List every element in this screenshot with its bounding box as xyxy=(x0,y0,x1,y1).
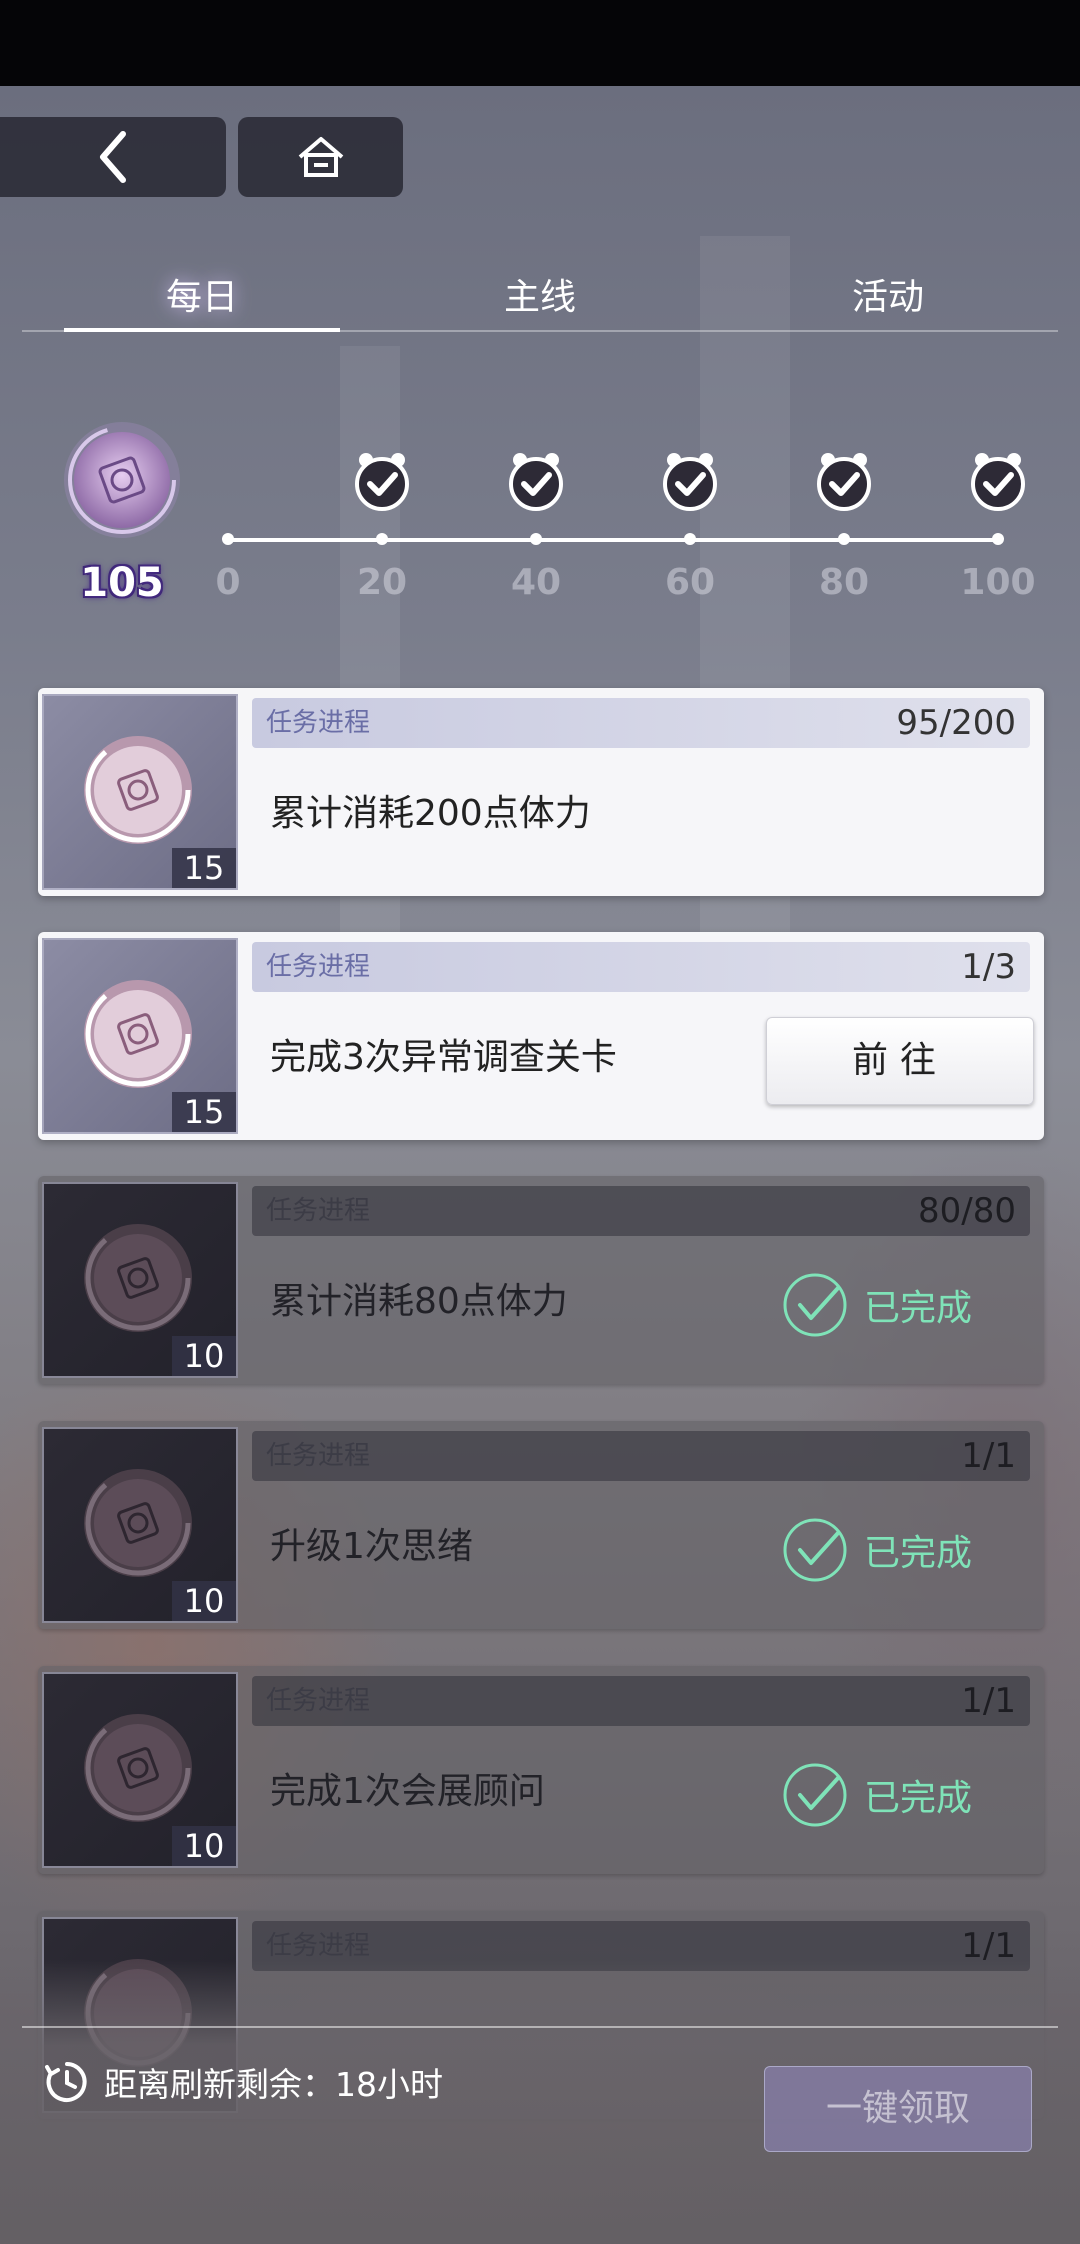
task-card: 10 任务进程 1/1 升级1次思绪 已完成 xyxy=(38,1421,1044,1629)
refresh-text: 距离刷新剩余：18小时 xyxy=(104,2065,443,2104)
reward-quantity: 15 xyxy=(172,848,236,888)
task-progress-bar: 任务进程 1/1 xyxy=(252,1431,1030,1481)
progress-value: 80/80 xyxy=(918,1191,1016,1231)
milestone-dot xyxy=(992,533,1004,545)
milestone-label: 0 xyxy=(215,562,241,603)
task-progress-bar: 任务进程 1/3 xyxy=(252,942,1030,992)
activity-coin-icon xyxy=(84,1224,192,1332)
progress-value: 1/1 xyxy=(961,1681,1016,1721)
milestone-label: 60 xyxy=(664,562,716,603)
milestone-dot xyxy=(222,533,234,545)
reward-quantity: 10 xyxy=(172,1826,236,1866)
reward-quantity: 10 xyxy=(172,1581,236,1621)
progress-label: 任务进程 xyxy=(266,1441,371,1471)
alarm-check-icon[interactable] xyxy=(968,450,1028,512)
completed-status: 已完成 xyxy=(782,1272,972,1338)
home-button[interactable] xyxy=(238,117,403,197)
task-progress-bar: 任务进程 95/200 xyxy=(252,698,1030,748)
completed-label: 已完成 xyxy=(864,1288,973,1329)
refresh-clock-icon xyxy=(45,2062,87,2102)
milestone-dot xyxy=(838,533,850,545)
go-button[interactable]: 前往 xyxy=(766,1017,1034,1105)
task-description: 升级1次思绪 xyxy=(270,1526,473,1567)
task-description: 累计消耗200点体力 xyxy=(270,793,591,834)
home-icon xyxy=(298,137,343,177)
tab-event[interactable]: 活动 xyxy=(750,270,1026,330)
milestone-dot xyxy=(376,533,388,545)
task-description: 完成1次会展顾问 xyxy=(270,1771,545,1812)
completed-status: 已完成 xyxy=(782,1517,972,1583)
activity-badge-icon xyxy=(62,420,182,540)
completed-label: 已完成 xyxy=(864,1533,973,1574)
reward-item[interactable]: 15 xyxy=(42,938,238,1134)
progress-value: 95/200 xyxy=(896,703,1016,743)
refresh-timer: 距离刷新剩余：18小时 xyxy=(44,2058,443,2106)
progress-label: 任务进程 xyxy=(266,708,371,738)
reward-item[interactable]: 15 xyxy=(42,694,238,890)
progress-label: 任务进程 xyxy=(266,1196,371,1226)
reward-quantity: 10 xyxy=(172,1336,236,1376)
progress-value: 1/1 xyxy=(961,1436,1016,1476)
milestone-label: 20 xyxy=(356,562,408,603)
alarm-check-icon[interactable] xyxy=(660,450,720,512)
milestone-dot xyxy=(684,533,696,545)
task-progress-bar: 任务进程 80/80 xyxy=(252,1186,1030,1236)
task-description: 完成3次异常调查关卡 xyxy=(270,1037,617,1078)
check-circle-icon xyxy=(783,1273,847,1337)
reward-item[interactable]: 10 xyxy=(42,1427,238,1623)
check-circle-icon xyxy=(783,1763,847,1827)
status-bar xyxy=(0,0,1080,86)
task-card: 10 任务进程 80/80 累计消耗80点体力 已完成 xyxy=(38,1176,1044,1384)
reward-item[interactable]: 10 xyxy=(42,1672,238,1868)
completed-label: 已完成 xyxy=(864,1778,973,1819)
task-card: 15 任务进程 95/200 累计消耗200点体力 xyxy=(38,688,1044,896)
progress-value: 1/3 xyxy=(961,947,1016,987)
progress-label: 任务进程 xyxy=(266,952,371,982)
task-description: 累计消耗80点体力 xyxy=(270,1281,568,1322)
progress-label: 任务进程 xyxy=(266,1931,371,1961)
reward-item[interactable]: 10 xyxy=(42,1182,238,1378)
back-button[interactable] xyxy=(0,117,226,197)
tab-daily[interactable]: 每日 xyxy=(64,270,340,332)
check-circle-icon xyxy=(783,1518,847,1582)
reward-quantity: 15 xyxy=(172,1092,236,1132)
task-tabs: 每日 主线 活动 xyxy=(22,270,1058,332)
divider xyxy=(22,2026,1058,2028)
alarm-check-icon[interactable] xyxy=(814,450,874,512)
task-card: 15 任务进程 1/3 完成3次异常调查关卡 前往 xyxy=(38,932,1044,1140)
activity-points: 105 xyxy=(80,560,164,606)
progress-label: 任务进程 xyxy=(266,1686,371,1716)
task-card: 10 任务进程 1/1 完成1次会展顾问 已完成 xyxy=(38,1666,1044,1874)
activity-coin-icon xyxy=(84,736,192,844)
milestone-track xyxy=(228,538,998,542)
milestone-label: 100 xyxy=(960,562,1036,603)
alarm-check-icon[interactable] xyxy=(506,450,566,512)
claim-all-button[interactable]: 一键领取 xyxy=(764,2066,1032,2152)
activity-coin-icon xyxy=(84,1714,192,1822)
tab-main[interactable]: 主线 xyxy=(402,270,678,330)
milestone-label: 80 xyxy=(818,562,870,603)
completed-status: 已完成 xyxy=(782,1762,972,1828)
activity-coin-icon xyxy=(84,980,192,1088)
milestone-label: 40 xyxy=(510,562,562,603)
chevron-left-icon xyxy=(100,131,126,183)
milestone-dot xyxy=(530,533,542,545)
alarm-check-icon[interactable] xyxy=(352,450,412,512)
task-progress-bar: 任务进程 1/1 xyxy=(252,1676,1030,1726)
activity-coin-icon xyxy=(84,1469,192,1577)
